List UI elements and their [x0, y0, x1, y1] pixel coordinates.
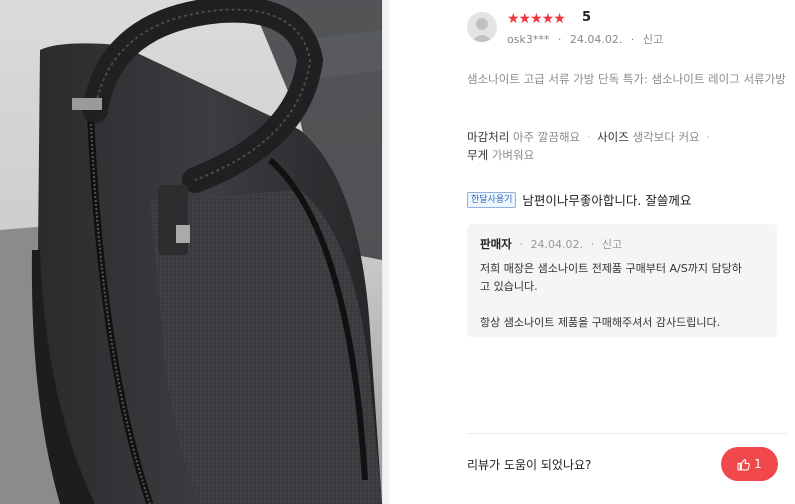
star-rating: ★★★★★ [507, 11, 566, 27]
attribute-row-1: 마감처리 아주 깔끔해요 · 사이즈 생각보다 커요 · [467, 128, 787, 146]
purchased-option: 샘소나이트 고급 서류 가방 단독 특가: 샘소나이트 레이그 서류가방 [467, 72, 786, 86]
report-link[interactable]: 신고 [643, 33, 663, 46]
reply-date: 24.04.02. [530, 238, 584, 251]
reply-line: 저희 매장은 샘소나이트 전제품 구매부터 A/S까지 담당하 [480, 262, 742, 275]
attribute-value: 생각보다 커요 [632, 130, 700, 144]
attribute-row-2: 무게 가벼워요 [467, 146, 787, 164]
attribute-label: 무게 [467, 148, 489, 162]
review-body: 한달사용기 남편이나무좋아합니다. 잘쓸께요 [467, 190, 691, 209]
meta-dot: · [519, 238, 523, 251]
attribute-separator: · [706, 130, 710, 144]
review-text: 남편이나무좋아합니다. 잘쓸께요 [522, 193, 692, 208]
like-count: 1 [754, 457, 762, 471]
rating-score: 5 [582, 10, 592, 25]
reply-author: 판매자 [480, 237, 512, 251]
attribute-label: 사이즈 [597, 130, 629, 144]
review-panel: ★★★★★ 5 osk3*** · 24.04.02. · 신고 샘소나이트 고… [389, 0, 795, 504]
helpful-divider [467, 433, 787, 434]
meta-dot: · [557, 33, 562, 46]
helpful-like-button[interactable]: 1 [721, 447, 778, 481]
attribute-value: 아주 깔끔해요 [512, 130, 581, 144]
meta-dot: · [590, 238, 595, 251]
reply-text: 저희 매장은 샘소나이트 전제품 구매부터 A/S까지 담당하 고 있습니다. … [480, 260, 765, 332]
helpful-question: 리뷰가 도움이 되었나요? [467, 458, 592, 472]
reply-header: 판매자 · 24.04.02. · 신고 [480, 236, 765, 252]
divider [382, 0, 383, 504]
reply-spacer [480, 296, 765, 314]
seller-reply: 판매자 · 24.04.02. · 신고 저희 매장은 샘소나이트 전제품 구매… [467, 224, 777, 337]
review-photo[interactable] [0, 0, 382, 504]
reply-line: 고 있습니다. [480, 280, 538, 293]
bag-photo-image [0, 0, 382, 504]
attribute-label: 마감처리 [467, 130, 510, 144]
attribute-separator: · [586, 130, 591, 144]
review-meta: osk3*** · 24.04.02. · 신고 [507, 31, 668, 47]
default-user-avatar-icon [467, 12, 497, 42]
review-attributes: 마감처리 아주 깔끔해요 · 사이즈 생각보다 커요 · 무게 가벼워요 [467, 128, 787, 164]
thumbs-up-icon [737, 458, 750, 470]
avatar [467, 12, 497, 42]
review-date: 24.04.02. [569, 33, 623, 46]
reply-report-link[interactable]: 신고 [602, 238, 622, 251]
reviewer-id: osk3*** [507, 33, 550, 46]
attribute-value: 가벼워요 [491, 148, 535, 162]
meta-dot: · [630, 33, 635, 46]
reply-line: 항상 샘소나이트 제품을 구매해주셔서 감사드립니다. [480, 316, 721, 329]
month-use-badge: 한달사용기 [467, 191, 517, 208]
